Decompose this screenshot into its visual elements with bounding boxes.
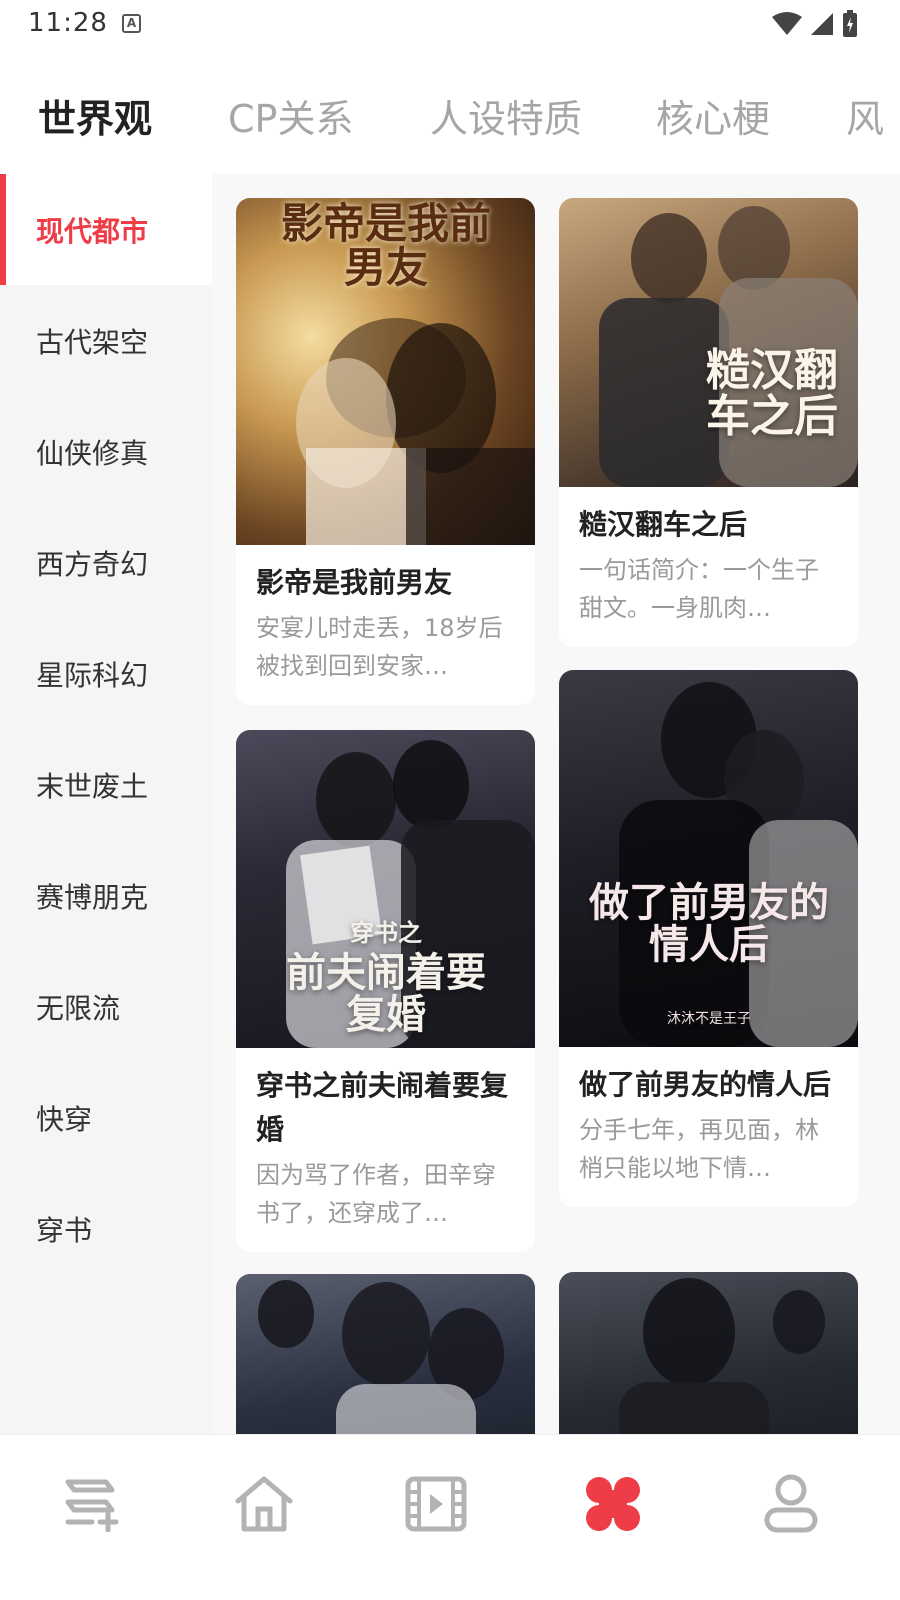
notification-icon: A [122,14,141,33]
book-cover[interactable] [559,1272,858,1434]
tab-character-traits[interactable]: 人设特质 [430,88,582,143]
book-grid: 影帝是我前男友 影帝是我前男友 安宴儿时走丢，18岁后被找到回到安家… 糙汉翻车… [212,174,900,1434]
cover-title: 做了前男友的情人后 [589,879,829,968]
book-card[interactable] [236,1274,535,1434]
cover-subtitle: 穿书之 [350,918,422,947]
status-icons [772,10,858,38]
sidebar-item-book-transmigration[interactable]: 穿书 [0,1173,212,1284]
sidebar-item-xianxia[interactable]: 仙侠修真 [0,396,212,507]
status-bar: 11:28 A [0,0,900,50]
list-add-icon [65,1479,119,1532]
cover-title: 前夫闹着要复婚 [286,949,486,1038]
book-cover[interactable]: 影帝是我前男友 [236,198,535,545]
book-card[interactable]: 做了前男友的情人后 沐沐不是王子 做了前男友的情人后 分手七年，再见面，林梢只能… [559,670,858,1207]
wifi-icon [772,12,802,35]
top-tabs: 世界观 CP关系 人设特质 核心梗 风 [0,70,900,170]
sidebar-item-ancient[interactable]: 古代架空 [0,285,212,396]
book-card[interactable]: 影帝是我前男友 影帝是我前男友 安宴儿时走丢，18岁后被找到回到安家… [236,198,535,705]
book-description: 一句话简介：一个生子甜文。一身肌肉… [579,556,819,622]
nav-home[interactable] [229,1469,299,1539]
signal-icon [811,13,833,35]
book-title: 做了前男友的情人后 [579,1068,832,1101]
tab-worldview[interactable]: 世界观 [38,88,152,143]
battery-icon [843,10,857,37]
book-description: 安宴儿时走丢，18岁后被找到回到安家… [256,614,503,680]
home-icon [235,1476,293,1532]
bottom-nav [0,1434,900,1600]
nav-category[interactable] [578,1469,648,1539]
nav-profile[interactable] [756,1469,826,1539]
nav-bookshelf[interactable] [55,1469,125,1539]
book-cover[interactable] [236,1274,535,1434]
video-icon [405,1476,467,1532]
sidebar-item-infinite-flow[interactable]: 无限流 [0,951,212,1062]
book-title: 糙汉翻车之后 [579,508,748,541]
book-cover[interactable]: 糙汉翻车之后 [559,198,858,487]
sidebar-item-modern-city[interactable]: 现代都市 [0,174,212,285]
book-cover[interactable]: 做了前男友的情人后 沐沐不是王子 [559,670,858,1047]
book-card[interactable] [559,1272,858,1434]
tab-core-trope[interactable]: 核心梗 [656,88,770,143]
book-cover[interactable]: 穿书之 前夫闹着要复婚 [236,730,535,1048]
tab-cp-relation[interactable]: CP关系 [228,88,353,143]
cover-title: 影帝是我前男友 [280,199,491,293]
sidebar-item-quick-transmigration[interactable]: 快穿 [0,1062,212,1173]
profile-icon [764,1474,818,1533]
tab-style[interactable]: 风 [846,88,884,143]
book-description: 因为骂了作者，田辛穿书了，还穿成了… [256,1161,496,1227]
cover-author: 沐沐不是王子 [667,1011,751,1027]
status-time: 11:28 [28,8,108,38]
sidebar-item-sci-fi[interactable]: 星际科幻 [0,618,212,729]
category-sidebar: 现代都市 古代架空 仙侠修真 西方奇幻 星际科幻 末世废土 赛博朋克 无限流 快… [0,174,212,1434]
nav-video[interactable] [401,1469,471,1539]
category-icon [586,1477,640,1531]
sidebar-item-cyberpunk[interactable]: 赛博朋克 [0,840,212,951]
book-description: 分手七年，再见面，林梢只能以地下情… [579,1116,819,1182]
book-title: 影帝是我前男友 [256,566,453,599]
sidebar-item-wasteland[interactable]: 末世废土 [0,729,212,840]
book-card[interactable]: 糙汉翻车之后 糙汉翻车之后 一句话简介：一个生子甜文。一身肌肉… [559,198,858,647]
book-title: 穿书之前夫闹着要复婚 [256,1069,509,1146]
book-card[interactable]: 穿书之 前夫闹着要复婚 穿书之前夫闹着要复婚 因为骂了作者，田辛穿书了，还穿成了… [236,730,535,1252]
cover-title: 糙汉翻车之后 [706,345,838,443]
sidebar-item-western-fantasy[interactable]: 西方奇幻 [0,507,212,618]
